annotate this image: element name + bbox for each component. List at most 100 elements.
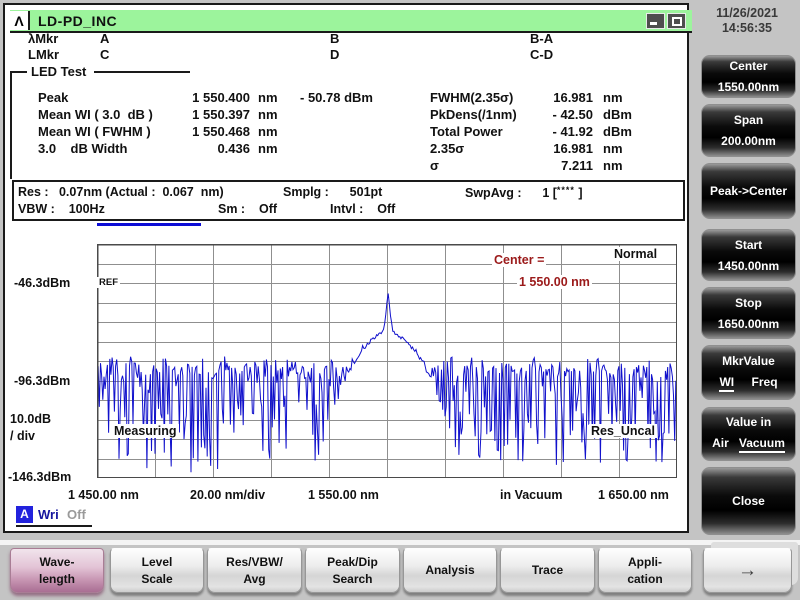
titlebar: Λ LD-PD_INC	[10, 10, 692, 33]
result-unit: nm	[258, 107, 278, 122]
sweep-average-setting: SwpAvg : 1 [**** ]	[465, 185, 583, 200]
led-test-rule-side	[10, 71, 12, 179]
x-axis-start-label: 1 450.00 nm	[68, 488, 139, 502]
x-axis-medium-label: in Vacuum	[500, 488, 563, 502]
result-unit: nm	[603, 158, 623, 173]
center-annotation-line2: 1 550.00 nm	[517, 275, 592, 289]
result-label: 2.35σ	[430, 141, 464, 156]
vbw-setting: VBW : 100Hz	[18, 202, 105, 216]
x-axis-center-label: 1 550.00 nm	[308, 488, 379, 502]
softkey-center[interactable]: Center 1550.00nm	[701, 55, 796, 98]
fnkey-application[interactable]: Appli- cation	[598, 548, 692, 593]
res-uncal-status: Res_Uncal	[589, 424, 657, 438]
window-title: LD-PD_INC	[30, 13, 117, 29]
center-annotation-line1: Center =	[492, 253, 546, 267]
bottom-separator	[0, 540, 800, 545]
average-progress-stars: ****	[557, 185, 575, 195]
y-axis-mid-label: -96.3dBm	[14, 374, 70, 388]
result-label: Mean WI ( 3.0 dB )	[38, 107, 153, 122]
result-value: 16.981	[505, 90, 593, 105]
result-unit: dBm	[603, 124, 632, 139]
result-label: FWHM(2.35σ)	[430, 90, 513, 105]
result-label: 3.0 dB Width	[38, 141, 127, 156]
datetime-display: 11/26/2021 14:56:35	[698, 6, 796, 36]
softkey-start[interactable]: Start 1450.00nm	[701, 229, 796, 281]
result-unit: nm	[603, 141, 623, 156]
sampling-setting: Smplg : 501pt	[283, 185, 382, 199]
result-unit: nm	[603, 90, 623, 105]
trace-off-state: Off	[67, 507, 86, 522]
result-value: 1 550.400	[160, 90, 250, 105]
time-label: 14:56:35	[698, 21, 796, 36]
fnkey-level-scale[interactable]: Level Scale	[110, 548, 204, 593]
y-scale-label: 10.0dB	[10, 412, 51, 426]
minimize-button[interactable]	[646, 13, 665, 29]
marker-value-freq-option[interactable]: Freq	[752, 375, 778, 392]
marker-row-label: LMkr	[28, 47, 59, 62]
trace-indicator-underline	[16, 525, 92, 527]
result-value: - 41.92	[505, 124, 593, 139]
marker-a-label: A	[100, 31, 109, 46]
y-axis-ref-label: -46.3dBm	[14, 276, 70, 290]
maximize-icon	[672, 17, 682, 26]
fnkey-analysis[interactable]: Analysis	[403, 548, 497, 593]
softkey-close[interactable]: Close	[701, 467, 796, 535]
result-label: σ	[430, 158, 439, 173]
fnkey-peak-dip-search[interactable]: Peak/Dip Search	[305, 548, 400, 593]
date-label: 11/26/2021	[698, 6, 796, 21]
y-scale-unit-label: / div	[10, 429, 35, 443]
smooth-setting: Sm : Off	[218, 202, 277, 216]
softkey-peak-to-center[interactable]: Peak->Center	[701, 163, 796, 219]
softkey-marker-value[interactable]: MkrValue WI Freq	[701, 345, 796, 400]
fnkey-trace[interactable]: Trace	[500, 548, 595, 593]
marker-b-label: B	[330, 31, 339, 46]
result-value: - 42.50	[505, 107, 593, 122]
result-label: Total Power	[430, 124, 503, 139]
marker-cd-label: C-D	[530, 47, 553, 62]
minimize-icon	[650, 22, 657, 25]
res-setting: Res : 0.07nm (Actual : 0.067 nm)	[18, 185, 224, 199]
result-value: 1 550.397	[160, 107, 250, 122]
result-unit: nm	[258, 124, 278, 139]
result-value: 1 550.468	[160, 124, 250, 139]
led-test-rule-left	[10, 71, 27, 73]
y-axis-bottom-label: -146.3dBm	[8, 470, 71, 484]
arrow-right-icon: →	[704, 562, 791, 579]
trace-letter-badge: A	[16, 506, 33, 523]
maximize-button[interactable]	[667, 13, 686, 29]
value-in-vacuum-option[interactable]: Vacuum	[739, 436, 785, 453]
marker-value-wl-option[interactable]: WI	[719, 375, 734, 392]
app-logo-icon: Λ	[10, 11, 30, 30]
result-label: Peak	[38, 90, 68, 105]
softkey-value-in[interactable]: Value in Air Vacuum	[701, 407, 796, 461]
result-peak-level: - 50.78 dBm	[300, 90, 373, 105]
x-axis-stop-label: 1 650.00 nm	[598, 488, 669, 502]
screen: { "titlebar": { "logo": "Λ", "title": "L…	[0, 0, 800, 600]
result-unit: nm	[258, 90, 278, 105]
led-test-rule-right	[94, 71, 190, 73]
result-unit: dBm	[603, 107, 632, 122]
result-value: 0.436	[160, 141, 250, 156]
marker-d-label: D	[330, 47, 339, 62]
result-value: 7.211	[505, 158, 593, 173]
softkey-stop[interactable]: Stop 1650.00nm	[701, 287, 796, 339]
marker-c-label: C	[100, 47, 109, 62]
softkey-span[interactable]: Span 200.00nm	[701, 104, 796, 157]
value-in-air-option[interactable]: Air	[712, 436, 729, 453]
marker-ba-label: B-A	[530, 31, 553, 46]
trace-write-mode: Wri	[38, 507, 59, 522]
led-test-section-title: LED Test	[31, 64, 86, 79]
ref-level-label: REF	[97, 277, 120, 288]
measuring-status: Measuring	[112, 424, 179, 438]
result-label: Mean WI ( FWHM )	[38, 124, 151, 139]
result-unit: nm	[258, 141, 278, 156]
trace-mode-label: Normal	[612, 247, 659, 261]
sweep-progress-bar	[97, 223, 201, 226]
marker-row-label: λMkr	[28, 31, 58, 46]
fnkey-more-arrow[interactable]: →	[703, 548, 792, 593]
fnkey-res-vbw-avg[interactable]: Res/VBW/ Avg	[207, 548, 302, 593]
fnkey-wavelength[interactable]: Wave- length	[10, 548, 104, 593]
interval-setting: Intvl : Off	[330, 202, 395, 216]
result-label: PkDens(/1nm)	[430, 107, 517, 122]
result-value: 16.981	[505, 141, 593, 156]
